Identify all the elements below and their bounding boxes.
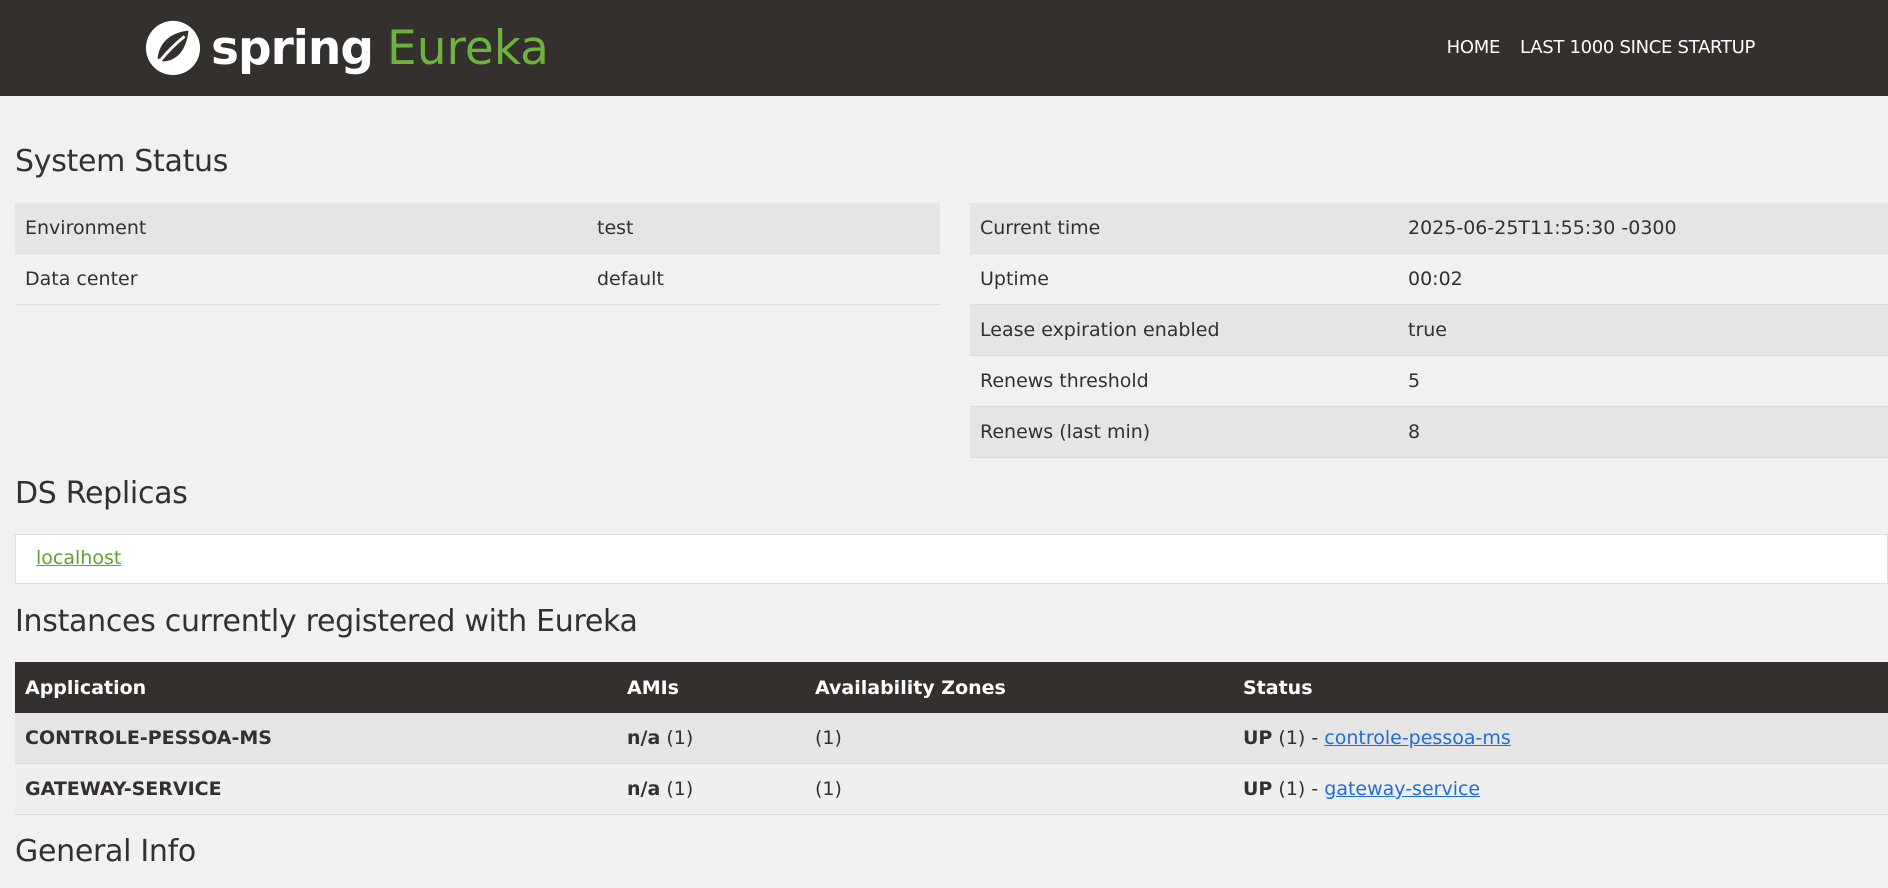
brand-spring-text: spring [211,20,374,76]
ds-replicas-list: localhost [15,534,1888,584]
zones-cell: (1) [805,713,1233,764]
datacenter-value: default [587,253,940,305]
col-amis: AMIs [617,662,805,713]
replica-localhost-link[interactable]: localhost [36,547,121,569]
table-header-row: Application AMIs Availability Zones Stat… [15,662,1888,713]
status-count: (1) - [1278,727,1319,749]
current-time-value: 2025-06-25T11:55:30 -0300 [1398,203,1888,254]
datacenter-label: Data center [15,253,587,305]
table-row: Current time 2025-06-25T11:55:30 -0300 [970,203,1888,254]
ami-count: (1) [666,778,694,800]
table-row: Uptime 00:02 [970,253,1888,305]
amis-cell: n/a (1) [617,763,805,815]
table-row: Renews threshold 5 [970,355,1888,407]
col-availability-zones: Availability Zones [805,662,1233,713]
instance-link[interactable]: controle-pessoa-ms [1324,727,1510,749]
renews-threshold-value: 5 [1398,355,1888,407]
app-name: CONTROLE-PESSOA-MS [15,713,617,764]
zones-cell: (1) [805,763,1233,815]
status-count: (1) - [1278,778,1319,800]
uptime-label: Uptime [970,253,1398,305]
brand-eureka-text: Eureka [387,20,549,76]
status-value: UP [1243,778,1273,800]
status-cell: UP (1) - gateway-service [1233,763,1888,815]
app-name: GATEWAY-SERVICE [15,763,617,815]
nav-last1000-link[interactable]: LAST 1000 SINCE STARTUP [1520,37,1755,58]
status-value: UP [1243,727,1273,749]
renews-threshold-label: Renews threshold [970,355,1398,407]
instances-title: Instances currently registered with Eure… [15,604,638,639]
env-label: Environment [15,203,587,254]
nav-home-link[interactable]: HOME [1447,37,1501,58]
env-value: test [587,203,940,254]
table-row: Environment test [15,203,940,254]
table-row: Lease expiration enabled true [970,304,1888,356]
current-time-label: Current time [970,203,1398,254]
lease-expiration-label: Lease expiration enabled [970,304,1398,356]
table-row: CONTROLE-PESSOA-MS n/a (1) (1) UP (1) - … [15,713,1888,764]
system-status-title: System Status [15,144,229,179]
amis-cell: n/a (1) [617,713,805,764]
ami-count: (1) [666,727,694,749]
spring-leaf-icon [145,20,201,76]
nav-links: HOME LAST 1000 SINCE STARTUP [1447,37,1756,58]
lease-expiration-value: true [1398,304,1888,356]
uptime-value: 00:02 [1398,253,1888,305]
renews-last-min-value: 8 [1398,406,1888,458]
system-status-right-table: Current time 2025-06-25T11:55:30 -0300 U… [970,203,1888,458]
status-cell: UP (1) - controle-pessoa-ms [1233,713,1888,764]
general-info-title: General Info [15,834,196,869]
instance-link[interactable]: gateway-service [1324,778,1480,800]
renews-last-min-label: Renews (last min) [970,406,1398,458]
ami-value: n/a [627,727,661,749]
ds-replicas-title: DS Replicas [15,476,188,511]
col-application: Application [15,662,617,713]
instances-table: Application AMIs Availability Zones Stat… [15,662,1888,815]
table-row: Data center default [15,253,940,305]
brand-logo[interactable]: spring Eureka [144,18,549,78]
system-status-left-table: Environment test Data center default [15,203,940,305]
navbar: spring Eureka HOME LAST 1000 SINCE START… [0,0,1888,96]
table-row: GATEWAY-SERVICE n/a (1) (1) UP (1) - gat… [15,763,1888,815]
table-row: Renews (last min) 8 [970,406,1888,458]
col-status: Status [1233,662,1888,713]
ami-value: n/a [627,778,661,800]
